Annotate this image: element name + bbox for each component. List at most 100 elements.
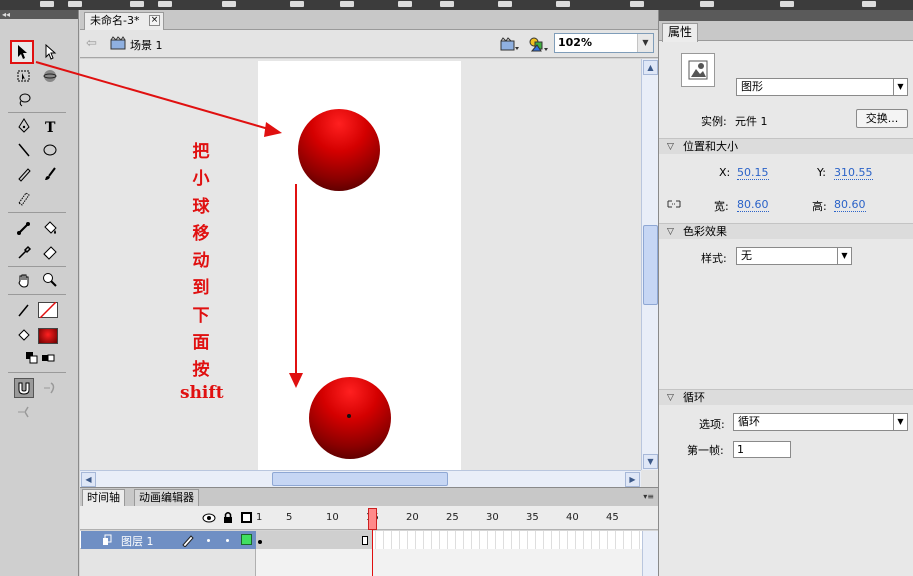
frame-end-marker[interactable] bbox=[362, 536, 368, 545]
eyedropper-tool-icon[interactable] bbox=[14, 242, 34, 262]
chevron-down-icon[interactable]: ▼ bbox=[893, 79, 907, 95]
edit-symbols-icon[interactable] bbox=[528, 35, 550, 53]
line-tool-icon[interactable] bbox=[14, 140, 34, 160]
subselection-tool-icon[interactable] bbox=[40, 42, 60, 62]
scroll-up-icon[interactable]: ▲ bbox=[643, 60, 658, 75]
hand-tool-icon[interactable] bbox=[14, 270, 34, 290]
paint-bucket-tool-icon[interactable] bbox=[40, 218, 60, 238]
stroke-swatch[interactable] bbox=[38, 302, 58, 318]
link-icon[interactable] bbox=[667, 198, 681, 210]
snap-to-objects-icon[interactable] bbox=[14, 378, 34, 398]
free-transform-tool-icon[interactable] bbox=[14, 66, 34, 86]
edit-scene-icon[interactable] bbox=[500, 36, 520, 52]
scroll-thumb[interactable] bbox=[272, 472, 448, 486]
pen-tool-icon[interactable] bbox=[14, 116, 34, 136]
collapse-triangle-icon[interactable]: ▽ bbox=[667, 140, 674, 155]
straighten-icon[interactable] bbox=[14, 402, 34, 422]
timeline-vertical-scrollbar[interactable] bbox=[642, 531, 658, 576]
brush-tool-icon[interactable] bbox=[40, 164, 60, 184]
tween-span[interactable] bbox=[256, 531, 372, 549]
pencil-tool-icon[interactable] bbox=[14, 164, 34, 184]
timeline-layer-row[interactable]: 图层 1 bbox=[80, 531, 658, 549]
swap-colors-icon[interactable] bbox=[38, 348, 58, 368]
fill-swatch[interactable] bbox=[38, 328, 58, 344]
bone-tool-icon[interactable] bbox=[14, 218, 34, 238]
first-frame-input[interactable]: 1 bbox=[733, 441, 791, 458]
chevron-down-icon[interactable]: ▼ bbox=[893, 414, 907, 430]
tab-motion-editor[interactable]: 动画编辑器 bbox=[134, 489, 199, 507]
annotation-char: 小 bbox=[192, 169, 210, 190]
y-value[interactable]: 310.55 bbox=[834, 166, 873, 180]
tools-collapse-icon[interactable]: ◂◂ bbox=[0, 10, 78, 19]
eraser-tool-icon[interactable] bbox=[40, 242, 60, 262]
layer-page-icon bbox=[103, 534, 112, 545]
chevron-down-icon[interactable]: ▼ bbox=[837, 248, 851, 264]
annotation-char: 按 bbox=[192, 360, 210, 381]
frame-number: 1 bbox=[256, 512, 263, 523]
tab-timeline[interactable]: 时间轴 bbox=[82, 489, 125, 507]
style-select[interactable]: 无 ▼ bbox=[736, 247, 852, 265]
scroll-thumb[interactable] bbox=[643, 225, 658, 305]
section-color-effect[interactable]: ▽ 色彩效果 bbox=[659, 223, 913, 239]
collapse-triangle-icon[interactable]: ▽ bbox=[667, 391, 674, 406]
tool-divider bbox=[8, 294, 66, 295]
scroll-left-icon[interactable]: ◀ bbox=[81, 472, 96, 487]
svg-text:T: T bbox=[45, 120, 56, 134]
selection-tool-icon[interactable] bbox=[10, 40, 34, 64]
frame-ruler[interactable]: 1 5 10 15 20 25 30 35 40 45 bbox=[256, 506, 642, 530]
ball-symbol-top[interactable] bbox=[298, 109, 380, 191]
menu-glyph bbox=[40, 1, 54, 7]
oval-tool-icon[interactable] bbox=[40, 140, 60, 160]
stage-horizontal-scrollbar[interactable]: ◀ ▶ bbox=[80, 470, 641, 487]
panel-header-bar bbox=[659, 10, 913, 21]
playhead[interactable] bbox=[368, 508, 377, 530]
eye-icon[interactable] bbox=[202, 512, 216, 524]
section-title: 位置和大小 bbox=[683, 140, 738, 153]
layer-name: 图层 1 bbox=[121, 535, 154, 548]
stage-vertical-scrollbar[interactable]: ▲ ▼ bbox=[641, 59, 658, 470]
chevron-down-icon[interactable]: ▼ bbox=[637, 34, 653, 52]
loop-option-select[interactable]: 循环 ▼ bbox=[733, 413, 908, 431]
text-tool-icon[interactable]: T bbox=[40, 116, 60, 136]
document-tab[interactable]: 未命名-3* × bbox=[84, 12, 164, 30]
x-value[interactable]: 50.15 bbox=[737, 166, 769, 180]
zoom-select[interactable]: 102% ▼ bbox=[554, 33, 654, 53]
fill-color-icon[interactable] bbox=[14, 326, 34, 346]
tool-divider bbox=[8, 372, 66, 373]
outline-icon[interactable] bbox=[241, 512, 252, 523]
symbol-type-select[interactable]: 图形 ▼ bbox=[736, 78, 908, 96]
lock-icon[interactable] bbox=[222, 511, 234, 524]
3d-rotation-tool-icon[interactable] bbox=[40, 66, 60, 86]
document-tab-bar: 未命名-3* × bbox=[80, 10, 658, 30]
section-loop[interactable]: ▽ 循环 bbox=[659, 389, 913, 405]
zoom-tool-icon[interactable] bbox=[40, 270, 60, 290]
deco-tool-icon[interactable] bbox=[14, 188, 34, 208]
stage-pasteboard[interactable]: 把 小 球 移 动 到 下 面 按 shift bbox=[80, 59, 641, 470]
lock-dot[interactable] bbox=[226, 539, 229, 542]
height-value[interactable]: 80.60 bbox=[834, 198, 866, 212]
scroll-right-icon[interactable]: ▶ bbox=[625, 472, 640, 487]
outline-color-square[interactable] bbox=[241, 534, 252, 545]
back-arrow-icon[interactable]: ⇦ bbox=[86, 36, 97, 51]
close-icon[interactable]: × bbox=[149, 15, 160, 26]
option-label: 选项: bbox=[699, 418, 725, 431]
smooth-icon[interactable] bbox=[40, 378, 60, 398]
collapse-triangle-icon[interactable]: ▽ bbox=[667, 225, 674, 240]
lasso-tool-icon[interactable] bbox=[14, 90, 34, 110]
visibility-dot[interactable] bbox=[207, 539, 210, 542]
scroll-down-icon[interactable]: ▼ bbox=[643, 454, 658, 469]
first-frame-label: 第一帧: bbox=[687, 444, 724, 457]
section-position-size[interactable]: ▽ 位置和大小 bbox=[659, 138, 913, 154]
annotation-char: 把 bbox=[192, 142, 210, 162]
width-value[interactable]: 80.60 bbox=[737, 198, 769, 212]
keyframe-start[interactable] bbox=[258, 540, 262, 544]
stroke-color-icon[interactable] bbox=[14, 300, 34, 320]
ball-symbol-bottom[interactable] bbox=[309, 377, 391, 459]
scene-label: 场景 1 bbox=[130, 39, 163, 52]
panel-menu-icon[interactable]: ▾≡ bbox=[643, 492, 654, 501]
layer-1[interactable]: 图层 1 bbox=[81, 531, 256, 549]
swap-button[interactable]: 交换... bbox=[856, 109, 908, 128]
tools-panel: ◂◂ T bbox=[0, 10, 79, 576]
tab-properties[interactable]: 属性 bbox=[662, 23, 699, 42]
style-label: 样式: bbox=[701, 252, 727, 265]
